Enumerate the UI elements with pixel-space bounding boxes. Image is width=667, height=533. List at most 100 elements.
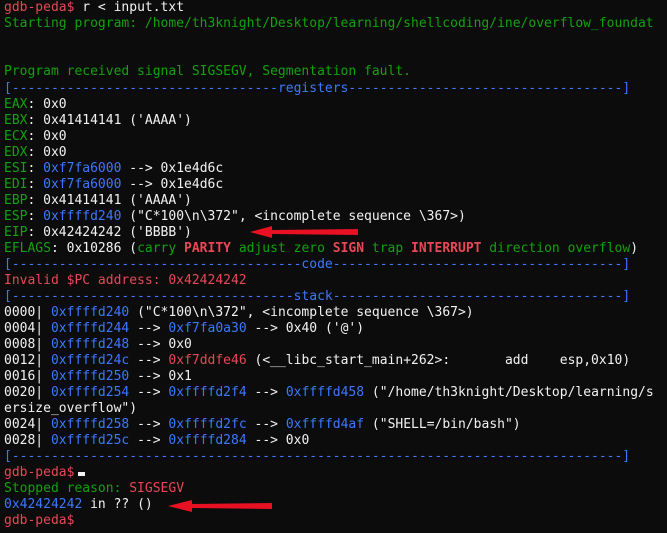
stack-offset: 0024| [4, 417, 44, 432]
stack-address: 0xffffd250 [50, 369, 130, 384]
register-value: : 0x42424242 ('BBBB') [27, 225, 192, 240]
stack-pointer: 0xffffd458 [285, 385, 365, 400]
code-separator: [-------------------------------------co… [4, 257, 631, 272]
register-name: EDI [4, 177, 28, 192]
stack-value: --> 0x0 [246, 433, 310, 448]
stack-row: 0004| 0xffffd244 --> 0xf7fa0a30 --> 0x40… [4, 321, 364, 337]
register-edi: EDI: 0xf7fa6000 --> 0x1e4d6c [4, 177, 223, 193]
register-address: 0xf7fa6000 [43, 177, 122, 192]
register-eip: EIP: 0x42424242 ('BBBB') [4, 225, 192, 241]
final-eip-line: 0x42424242 in ?? () [4, 497, 153, 512]
stack-row: 0000| 0xffffd240 ("C*100\n\372", <incomp… [4, 305, 474, 321]
stack-arrow: --> [129, 433, 169, 448]
register-name: EBX [4, 113, 28, 128]
stack-arrow: --> [129, 321, 169, 336]
stack-row: 0016| 0xffffd250 --> 0x1 [4, 369, 192, 385]
stack-arrow: --> [129, 353, 169, 368]
stack-value: (<__libc_start_main+262>: add esp,0x10) [246, 353, 631, 368]
stack-row: 0020| 0xffffd254 --> 0xffffd2f4 --> 0xff… [4, 385, 654, 401]
stack-pointer: 0xffffd284 [168, 433, 247, 448]
stack-row: 0028| 0xffffd25c --> 0xffffd284 --> 0x0 [4, 433, 309, 449]
registers-separator: [----------------------------------regis… [4, 81, 631, 96]
stack-pointer: 0xffffd2f4 [168, 385, 247, 400]
terminal-window[interactable]: gdb-peda$ r < input.txt Starting program… [0, 0, 667, 533]
invalid-pc-line: Invalid $PC address: 0x42424242 [4, 273, 247, 288]
register-name: EDX [4, 145, 28, 160]
stack-value: ("SHELL=/bin/bash") [364, 417, 521, 432]
stack-value: --> 0x40 ('@') [246, 321, 365, 336]
stack-title: stack [293, 289, 333, 304]
prompt-line-2: gdb-peda$ [4, 465, 86, 481]
prompt-line-run: gdb-peda$ r < input.txt [4, 0, 184, 16]
code-title: code [301, 257, 333, 272]
stack-address: 0xffffd254 [50, 385, 130, 400]
register-value: : 0x41414141 ('AAAA') [27, 113, 192, 128]
stack-pointer: 0xffffd2fc [168, 417, 247, 432]
text-cursor [78, 472, 86, 476]
signal-line: Program received signal SIGSEGV, Segment… [4, 64, 411, 79]
starting-program-line: Starting program: /home/th3knight/Deskto… [4, 16, 654, 31]
gdb-prompt: gdb-peda$ [4, 513, 75, 528]
register-edx: EDX: 0x0 [4, 145, 67, 161]
stack-value: --> 0x1 [129, 369, 192, 384]
register-value: : 0x0 [27, 97, 67, 112]
red-arrow-eip-icon [250, 226, 358, 238]
stopped-reason-line: Stopped reason: SIGSEGV [4, 481, 185, 496]
stack-address: 0xffffd25c [50, 433, 130, 448]
gdb-prompt: gdb-peda$ [4, 465, 75, 480]
stack-offset: 0004| [4, 321, 44, 336]
stack-separator: [------------------------------------sta… [4, 289, 631, 304]
stack-value: ("/home/th3knight/Desktop/learning/s [364, 385, 654, 400]
stack-value: --> 0x0 [129, 337, 192, 352]
stack-row: 0024| 0xffffd258 --> 0xffffd2fc --> 0xff… [4, 417, 521, 433]
register-deref: --> 0x1e4d6c [121, 161, 224, 176]
register-esp: ESP: 0xffffd240 ("C*100\n\372", <incompl… [4, 209, 466, 225]
register-name: ESI [4, 161, 28, 176]
end-separator: [---------------------------------------… [4, 449, 631, 464]
register-value: : 0x41414141 ('AAAA') [27, 193, 192, 208]
stack-offset: 0020| [4, 385, 44, 400]
register-colon: : [27, 161, 44, 176]
register-name: ECX [4, 129, 28, 144]
stack-offset: 0016| [4, 369, 44, 384]
stack-value: ("C*100\n\372", <incomplete sequence \36… [129, 305, 474, 320]
red-arrow-final-icon [168, 500, 272, 512]
stack-pointer: 0xf7fa0a30 [168, 321, 247, 336]
register-ebx: EBX: 0x41414141 ('AAAA') [4, 113, 192, 129]
register-colon: : [27, 177, 44, 192]
stack-address: 0xffffd24c [50, 353, 130, 368]
stack-pointer: 0xf7ddfe46 [168, 353, 247, 368]
stack-arrow: --> [129, 385, 169, 400]
stack-address: 0xffffd248 [50, 337, 130, 352]
run-command: r < input.txt [74, 0, 185, 15]
stack-row: ersize_overflow") [4, 401, 137, 417]
stack-address: 0xffffd244 [50, 321, 130, 336]
stack-offset: 0028| [4, 433, 44, 448]
stack-continuation: ersize_overflow") [4, 401, 138, 416]
register-deref: ("C*100\n\372", <incomplete sequence \36… [121, 209, 466, 224]
register-eax: EAX: 0x0 [4, 97, 67, 113]
register-esi: ESI: 0xf7fa6000 --> 0x1e4d6c [4, 161, 223, 177]
stack-pointer: 0xffffd4af [285, 417, 365, 432]
register-address: 0xffffd240 [43, 209, 122, 224]
stack-offset: 0012| [4, 353, 44, 368]
stack-offset: 0008| [4, 337, 44, 352]
prompt-line-3: gdb-peda$ [4, 513, 74, 529]
stack-address: 0xffffd240 [50, 305, 130, 320]
eflags-line: EFLAGS: 0x10286 (carry PARITY adjust zer… [4, 241, 639, 256]
stack-arrow: --> [246, 385, 286, 400]
register-name: EIP [4, 225, 28, 240]
stack-arrow: --> [129, 417, 169, 432]
register-value: : 0x0 [27, 145, 67, 160]
register-ecx: ECX: 0x0 [4, 129, 67, 145]
stack-offset: 0000| [4, 305, 44, 320]
register-ebp: EBP: 0x41414141 ('AAAA') [4, 193, 192, 209]
register-name: EBP [4, 193, 28, 208]
gdb-prompt: gdb-peda$ [4, 0, 75, 15]
register-name: EAX [4, 97, 28, 112]
stack-arrow: --> [246, 417, 286, 432]
register-deref: --> 0x1e4d6c [121, 177, 224, 192]
stack-address: 0xffffd258 [50, 417, 130, 432]
register-colon: : [27, 209, 44, 224]
register-address: 0xf7fa6000 [43, 161, 122, 176]
